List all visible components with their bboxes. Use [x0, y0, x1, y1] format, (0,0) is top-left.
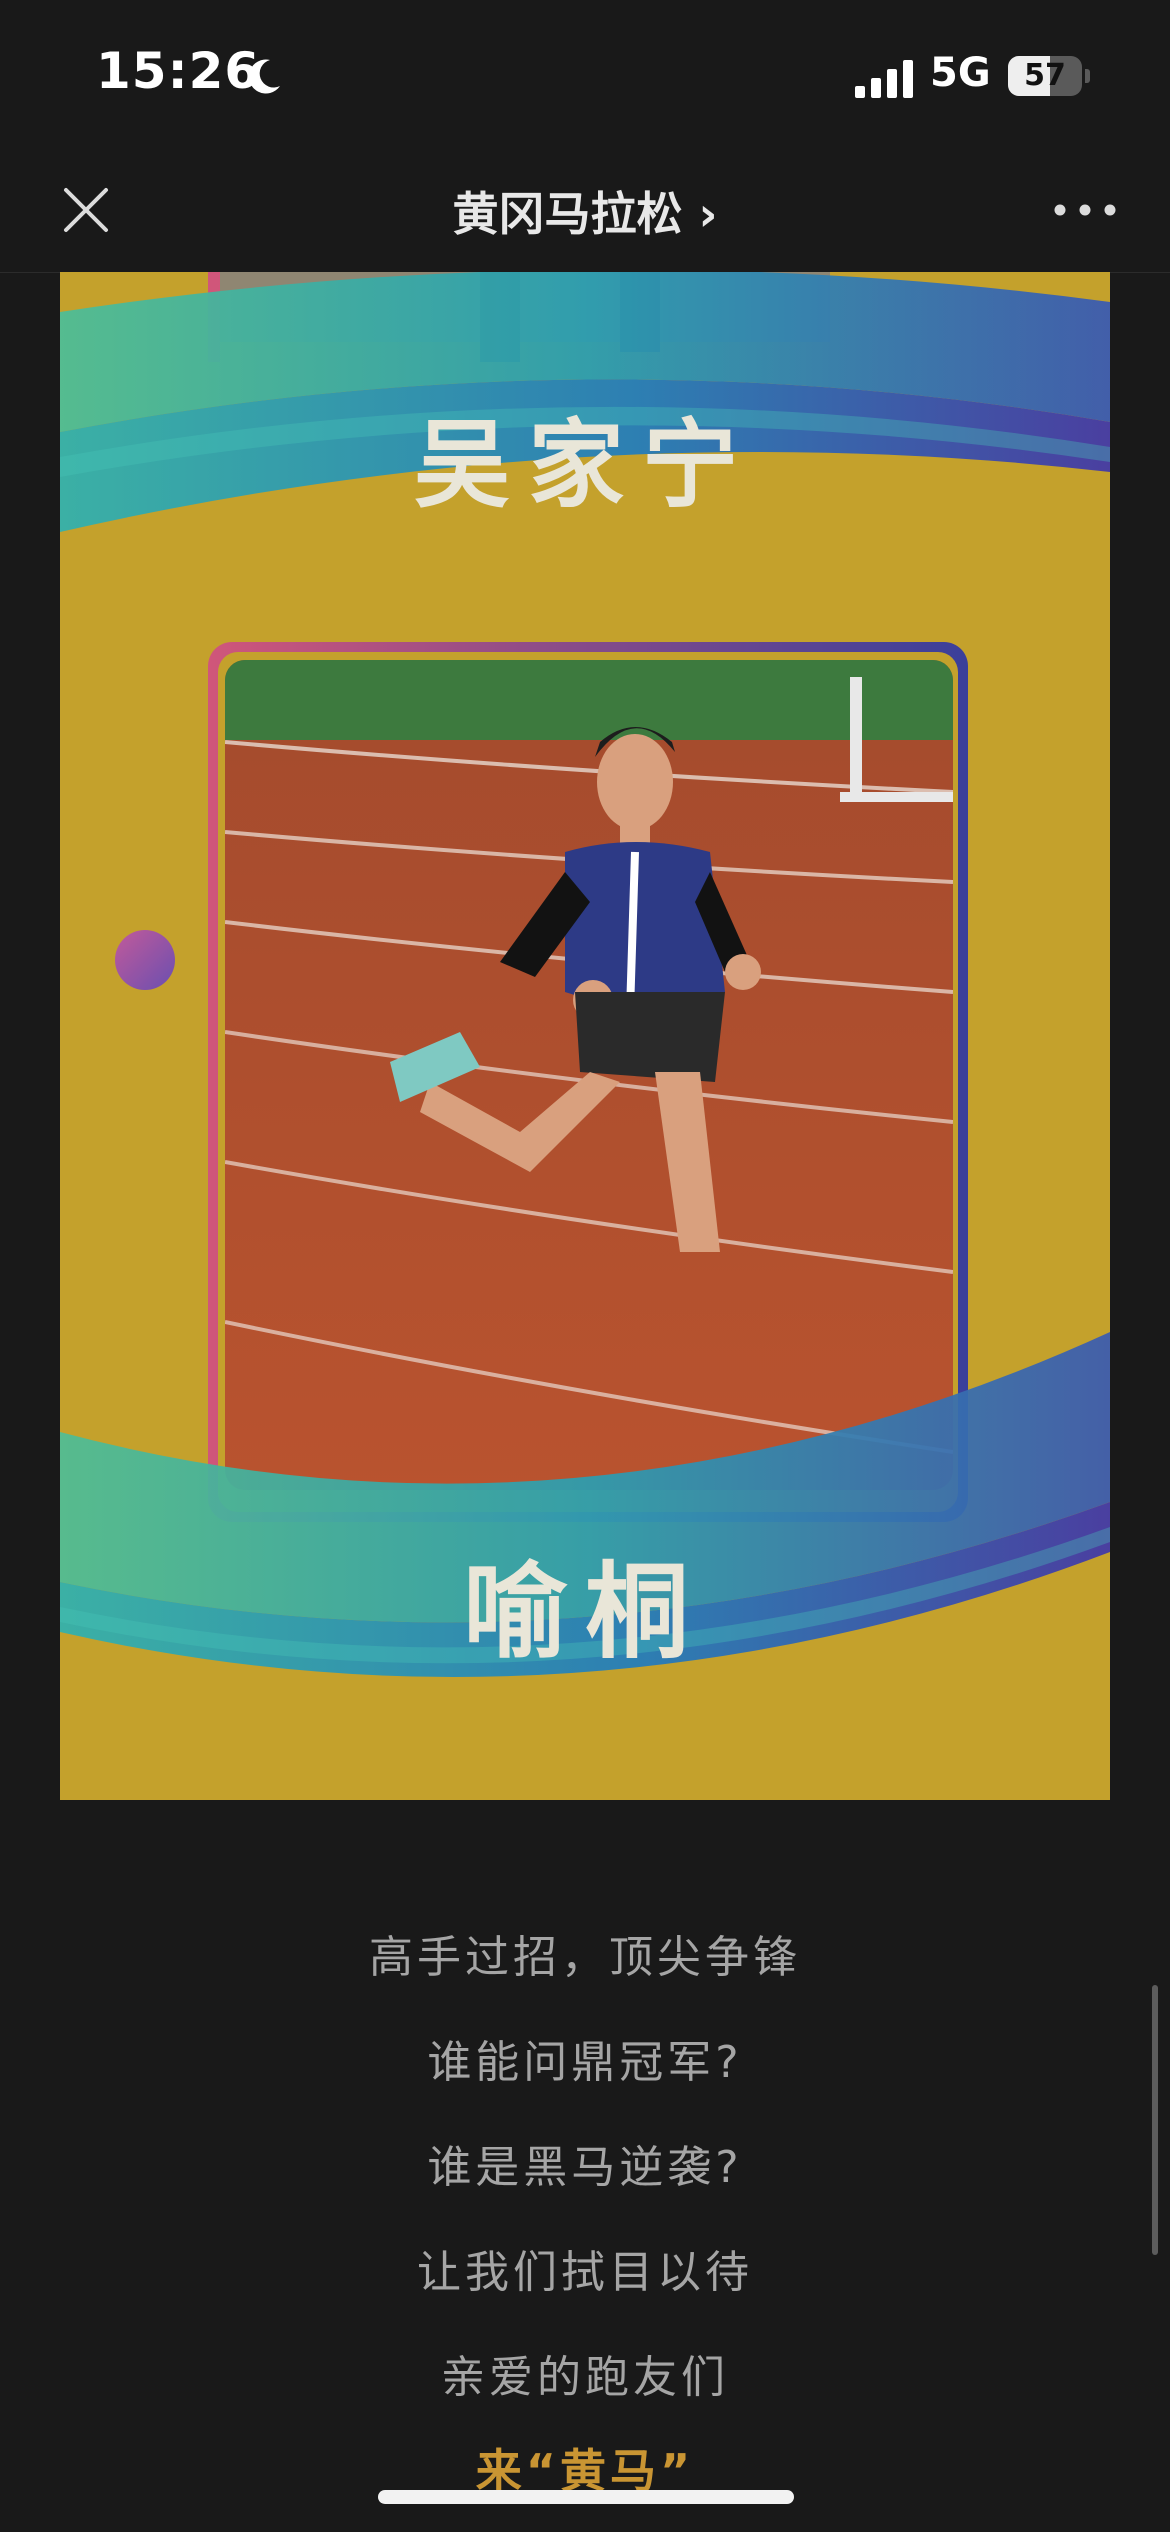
home-indicator[interactable] [378, 2490, 794, 2504]
athlete-name-bottom: 喻桐 [462, 1550, 707, 1673]
moon-icon [248, 59, 280, 94]
battery-tip [1085, 69, 1090, 83]
article-line: 谁能问鼎冠军? [427, 2037, 743, 2088]
article-line: 高手过招，顶尖争锋 [369, 1932, 801, 1983]
cellular-signal-icon [855, 60, 913, 98]
athlete-poster-image[interactable]: 吴家宁 喻桐 [60, 272, 1110, 1800]
battery-level: 57 [1024, 58, 1066, 93]
screen: 15:26 5G 57 黄冈马拉松 › 吴家宁 喻桐 高手过招，顶尖争锋 谁能问… [0, 0, 1170, 2532]
article-line: 亲爱的跑友们 [441, 2352, 729, 2403]
battery-body: 57 [1008, 56, 1082, 96]
article-line: 谁是黑马逆袭? [427, 2142, 743, 2193]
article-line: 让我们拭目以待 [417, 2247, 753, 2298]
article-text: 高手过招，顶尖争锋 谁能问鼎冠军? 谁是黑马逆袭? 让我们拭目以待 亲爱的跑友们 [0, 1905, 1170, 2430]
nav-bar: 黄冈马拉松 › [0, 150, 1170, 273]
athlete-name-top: 吴家宁 [414, 408, 756, 521]
battery-icon: 57 [1008, 56, 1090, 96]
close-icon[interactable] [56, 180, 116, 240]
scroll-indicator[interactable] [1152, 1985, 1158, 2255]
more-dots-icon[interactable] [1050, 190, 1120, 230]
network-type: 5G [930, 50, 991, 96]
status-time: 15:26 [96, 42, 261, 100]
status-bar: 15:26 5G 57 [0, 0, 1170, 150]
account-title-link[interactable]: 黄冈马拉松 › [385, 178, 785, 244]
